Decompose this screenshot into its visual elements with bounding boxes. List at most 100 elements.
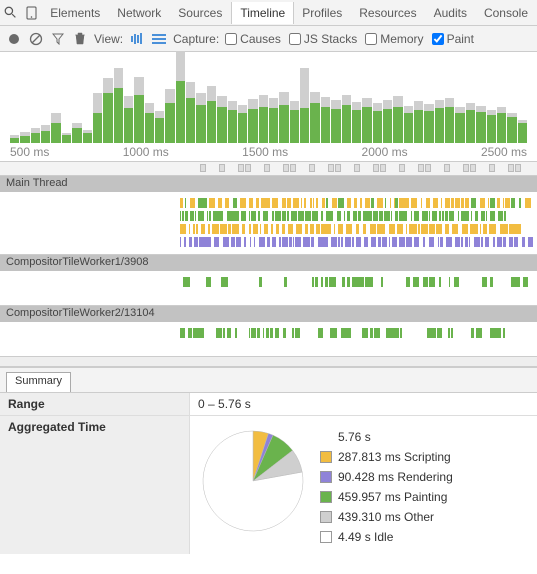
flame-slice[interactable] (381, 224, 384, 234)
flame-slice[interactable] (364, 237, 369, 247)
flame-slice[interactable] (321, 277, 323, 287)
flame-slice[interactable] (474, 224, 478, 234)
flame-slice[interactable] (216, 328, 223, 338)
flame-slice[interactable] (344, 211, 345, 221)
flame-slice[interactable] (325, 277, 328, 287)
flame-slice[interactable] (488, 198, 490, 208)
thread-body[interactable] (0, 271, 537, 305)
flame-slice[interactable] (223, 328, 225, 338)
flame-slice[interactable] (275, 328, 280, 338)
flame-slice[interactable] (414, 211, 419, 221)
flame-slice[interactable] (251, 211, 256, 221)
overview-chart[interactable]: 500 ms1000 ms1500 ms2000 ms2500 ms (0, 52, 537, 162)
flame-slice[interactable] (289, 277, 293, 287)
flame-slice[interactable] (330, 328, 336, 338)
tab-profiles[interactable]: Profiles (294, 2, 351, 24)
flame-slice[interactable] (253, 277, 256, 287)
flame-slice[interactable] (232, 224, 239, 234)
flame-slice[interactable] (266, 328, 269, 338)
flame-slice[interactable] (413, 328, 420, 338)
flame-slice[interactable] (373, 211, 378, 221)
flame-slice[interactable] (242, 224, 245, 234)
flame-slice[interactable] (389, 237, 390, 247)
flame-slice[interactable] (235, 328, 237, 338)
flame-slice[interactable] (272, 211, 274, 221)
flame-slice[interactable] (185, 211, 188, 221)
tab-audits[interactable]: Audits (426, 2, 476, 24)
flame-slice[interactable] (271, 277, 276, 287)
flame-slice[interactable] (400, 328, 402, 338)
flame-slice[interactable] (321, 211, 322, 221)
flame-slice[interactable] (411, 224, 417, 234)
flame-slice[interactable] (238, 328, 242, 338)
filter-icon[interactable] (50, 31, 66, 47)
flame-slice[interactable] (289, 328, 291, 338)
summary-tab[interactable]: Summary (6, 372, 71, 392)
flame-slice[interactable] (392, 237, 396, 247)
clear-icon[interactable] (28, 31, 44, 47)
flame-slice[interactable] (422, 211, 428, 221)
flame-slice[interactable] (423, 237, 425, 247)
flame-slice[interactable] (393, 277, 397, 287)
flame-slice[interactable] (282, 211, 286, 221)
flame-slice[interactable] (503, 328, 505, 338)
flame-slice[interactable] (208, 328, 209, 338)
flame-slice[interactable] (498, 211, 503, 221)
flame-slice[interactable] (209, 211, 212, 221)
flame-slice[interactable] (318, 277, 319, 287)
flame-slice[interactable] (485, 237, 489, 247)
flame-slice[interactable] (199, 237, 205, 247)
flame-slice[interactable] (466, 277, 472, 287)
flame-slice[interactable] (227, 328, 231, 338)
flame-slice[interactable] (279, 237, 281, 247)
flame-slice[interactable] (180, 328, 185, 338)
flame-slice[interactable] (180, 224, 186, 234)
flame-slice[interactable] (504, 211, 506, 221)
flame-slice[interactable] (278, 277, 281, 287)
flame-slice[interactable] (180, 198, 183, 208)
flame-slice[interactable] (356, 237, 361, 247)
flame-slice[interactable] (494, 328, 500, 338)
flame-slice[interactable] (511, 198, 516, 208)
view-flame-icon[interactable] (129, 31, 145, 47)
flame-slice[interactable] (411, 198, 417, 208)
flame-slice[interactable] (194, 237, 198, 247)
flame-slice[interactable] (318, 328, 323, 338)
flame-slice[interactable] (183, 277, 189, 287)
flame-slice[interactable] (212, 224, 219, 234)
flame-slice[interactable] (218, 211, 224, 221)
flame-slice[interactable] (445, 211, 447, 221)
tab-resources[interactable]: Resources (351, 2, 425, 24)
flame-slice[interactable] (295, 328, 300, 338)
flame-slice[interactable] (189, 224, 190, 234)
flame-slice[interactable] (432, 211, 437, 221)
flame-slice[interactable] (358, 211, 361, 221)
time-ruler[interactable] (0, 162, 537, 176)
flame-slice[interactable] (451, 328, 453, 338)
flame-slice[interactable] (413, 277, 419, 287)
flame-slice[interactable] (282, 237, 288, 247)
flame-slice[interactable] (195, 211, 196, 221)
flame-slice[interactable] (411, 211, 412, 221)
flame-slice[interactable] (329, 224, 331, 234)
flame-slice[interactable] (189, 237, 192, 247)
flame-slice[interactable] (403, 211, 407, 221)
flame-slice[interactable] (522, 237, 526, 247)
flame-slice[interactable] (301, 198, 302, 208)
flame-slice[interactable] (352, 277, 358, 287)
flame-slice[interactable] (482, 277, 487, 287)
flame-slice[interactable] (332, 198, 337, 208)
flame-slice[interactable] (282, 224, 285, 234)
flame-slice[interactable] (199, 328, 204, 338)
flame-slice[interactable] (311, 328, 315, 338)
flame-slice[interactable] (283, 328, 286, 338)
flame-slice[interactable] (264, 277, 268, 287)
flame-slice[interactable] (365, 277, 371, 287)
flame-slice[interactable] (341, 237, 343, 247)
flame-slice[interactable] (476, 328, 482, 338)
flame-slice[interactable] (311, 237, 314, 247)
flame-slice[interactable] (329, 277, 336, 287)
flame-slice[interactable] (440, 224, 441, 234)
flame-slice[interactable] (223, 277, 227, 287)
flame-slice[interactable] (295, 237, 301, 247)
